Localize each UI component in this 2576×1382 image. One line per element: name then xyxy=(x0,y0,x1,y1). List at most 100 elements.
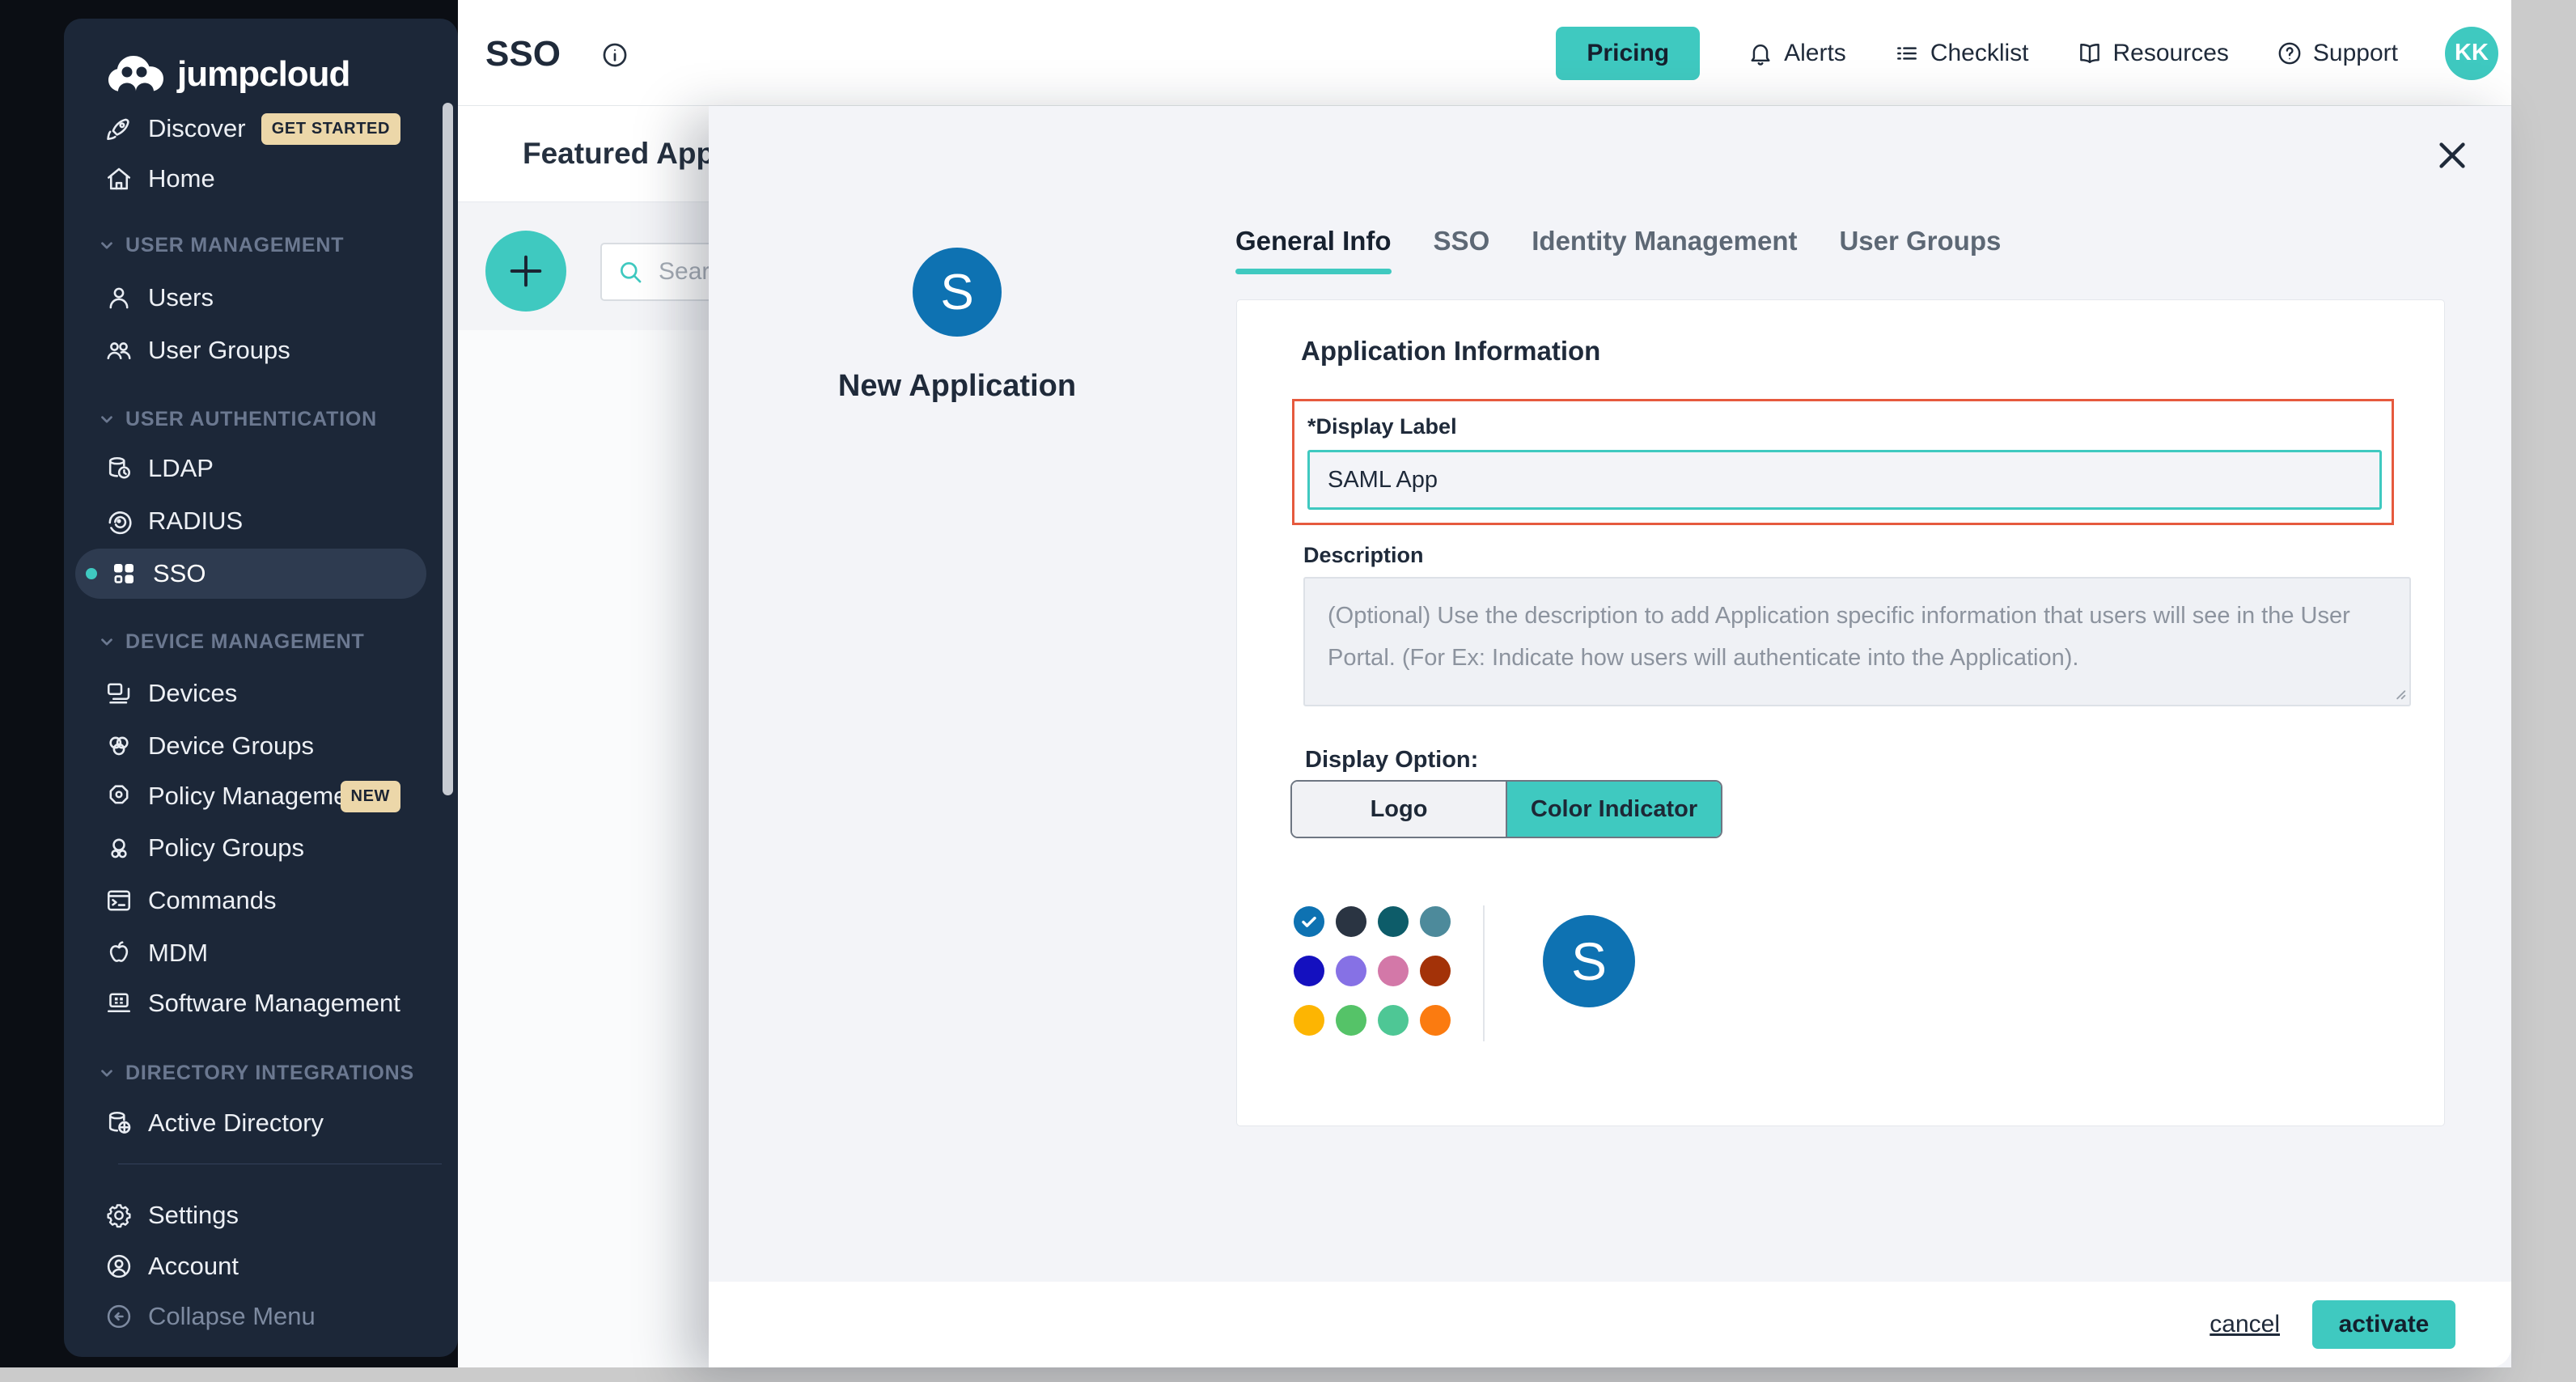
new-application-modal: S New Application General Info SSO Ident… xyxy=(709,106,2511,1367)
get-started-badge: GET STARTED xyxy=(261,113,400,145)
plus-icon xyxy=(505,250,547,292)
info-icon[interactable] xyxy=(600,40,629,70)
tab-identity-management[interactable]: Identity Management xyxy=(1532,226,1797,274)
close-icon[interactable] xyxy=(2434,137,2471,174)
book-icon xyxy=(2076,40,2104,67)
pricing-button[interactable]: Pricing xyxy=(1556,27,1700,80)
sidebar-item-label: Settings xyxy=(148,1201,239,1230)
sidebar-item-label: Home xyxy=(148,164,215,193)
software-laptop-icon xyxy=(104,989,133,1018)
tab-general-info[interactable]: General Info xyxy=(1235,226,1392,274)
sidebar-item-label: Account xyxy=(148,1252,239,1281)
color-swatch-grid xyxy=(1294,906,1451,1036)
sidebar-item-account[interactable]: Account xyxy=(64,1240,444,1292)
add-application-button[interactable] xyxy=(485,231,566,312)
sidebar-item-discover[interactable]: Discover GET STARTED xyxy=(64,103,444,155)
new-badge: NEW xyxy=(341,781,400,812)
card-heading: Application Information xyxy=(1301,336,1600,367)
rocket-icon xyxy=(104,114,133,143)
color-swatch[interactable] xyxy=(1294,956,1324,986)
activate-button[interactable]: activate xyxy=(2312,1300,2455,1349)
color-swatch[interactable] xyxy=(1420,956,1451,986)
sidebar-item-policy-groups[interactable]: Policy Groups xyxy=(64,822,444,874)
active-directory-icon xyxy=(104,1109,133,1138)
sidebar-section-user-authentication[interactable]: USER AUTHENTICATION xyxy=(64,401,444,437)
sidebar-item-label: Software Management xyxy=(148,989,400,1018)
sidebar-item-label: Device Groups xyxy=(148,731,314,761)
sidebar-item-users[interactable]: Users xyxy=(64,272,444,324)
sidebar-rail: jumpcloud Discover GET STARTED Hom xyxy=(0,0,458,1367)
sidebar-item-ldap[interactable]: LDAP xyxy=(64,443,444,494)
sidebar-item-home[interactable]: Home xyxy=(64,153,444,205)
sidebar-item-collapse-menu[interactable]: Collapse Menu xyxy=(64,1291,444,1342)
sidebar-item-label: User Groups xyxy=(148,336,290,365)
sidebar-item-label: Policy Management xyxy=(148,782,368,811)
application-information-card: Application Information *Display Label D… xyxy=(1236,299,2445,1126)
avatar[interactable]: KK xyxy=(2445,27,2498,80)
color-swatch[interactable] xyxy=(1378,906,1409,937)
color-swatch[interactable] xyxy=(1420,1005,1451,1036)
sidebar-item-settings[interactable]: Settings xyxy=(64,1189,444,1241)
sidebar-item-label: Active Directory xyxy=(148,1109,324,1138)
cancel-button[interactable]: cancel xyxy=(2210,1311,2280,1338)
sidebar-item-label: LDAP xyxy=(148,454,214,483)
user-icon xyxy=(104,283,133,312)
gear-icon xyxy=(104,1201,133,1230)
color-swatch-selected[interactable] xyxy=(1294,906,1324,937)
sidebar-section-user-management[interactable]: USER MANAGEMENT xyxy=(64,227,444,263)
display-option-label: Display Option: xyxy=(1305,747,1478,774)
home-icon xyxy=(104,164,133,193)
color-swatch[interactable] xyxy=(1336,906,1366,937)
sidebar: jumpcloud Discover GET STARTED Hom xyxy=(64,19,458,1357)
sidebar-section-directory-integrations[interactable]: DIRECTORY INTEGRATIONS xyxy=(64,1055,444,1091)
resources-link[interactable]: Resources xyxy=(2076,40,2229,67)
display-label-input[interactable] xyxy=(1307,450,2382,510)
top-right-nav: Pricing Alerts Checklist Resources Suppo… xyxy=(1556,0,2498,106)
sidebar-item-label: Discover xyxy=(148,114,246,143)
sidebar-item-radius[interactable]: RADIUS xyxy=(64,495,444,547)
color-swatch[interactable] xyxy=(1294,1005,1324,1036)
color-swatch[interactable] xyxy=(1378,1005,1409,1036)
sidebar-item-mdm[interactable]: MDM xyxy=(64,927,444,979)
sidebar-section-device-management[interactable]: DEVICE MANAGEMENT xyxy=(64,624,444,659)
support-link[interactable]: Support xyxy=(2276,40,2398,67)
color-swatch[interactable] xyxy=(1420,906,1451,937)
sidebar-item-sso-selected[interactable]: SSO xyxy=(75,549,426,599)
section-label: USER MANAGEMENT xyxy=(125,234,344,257)
logo-wordmark: jumpcloud xyxy=(177,54,350,95)
sidebar-item-policy-management[interactable]: Policy Management NEW xyxy=(64,770,444,822)
chevron-down-icon xyxy=(98,1064,116,1082)
sidebar-item-devices[interactable]: Devices xyxy=(64,668,444,719)
modal-tabs: General Info SSO Identity Management Use… xyxy=(1235,226,2001,274)
sidebar-item-software-management[interactable]: Software Management xyxy=(64,977,444,1029)
sidebar-item-label: Users xyxy=(148,283,214,312)
color-swatch[interactable] xyxy=(1378,956,1409,986)
policy-groups-icon xyxy=(104,833,133,863)
sidebar-item-active-directory[interactable]: Active Directory xyxy=(64,1097,444,1149)
checklist-link[interactable]: Checklist xyxy=(1893,40,2029,67)
help-icon xyxy=(2276,40,2303,67)
sidebar-item-label: Commands xyxy=(148,886,277,915)
tab-sso[interactable]: SSO xyxy=(1434,226,1490,274)
alerts-link[interactable]: Alerts xyxy=(1747,40,1846,67)
color-swatch[interactable] xyxy=(1336,956,1366,986)
section-label: DIRECTORY INTEGRATIONS xyxy=(125,1062,414,1085)
cloud-logo-icon xyxy=(106,54,166,95)
description-textarea[interactable] xyxy=(1303,577,2411,706)
jumpcloud-logo[interactable]: jumpcloud xyxy=(106,54,350,95)
device-groups-icon xyxy=(104,731,133,761)
color-swatch[interactable] xyxy=(1336,1005,1366,1036)
support-label: Support xyxy=(2313,40,2398,67)
tab-user-groups[interactable]: User Groups xyxy=(1839,226,2001,274)
color-indicator-segment[interactable]: Color Indicator xyxy=(1506,782,1721,837)
logo-segment[interactable]: Logo xyxy=(1292,782,1506,837)
sidebar-item-commands[interactable]: Commands xyxy=(64,875,444,926)
sidebar-item-user-groups[interactable]: User Groups xyxy=(64,324,444,376)
apple-icon xyxy=(104,939,133,968)
application-name: New Application xyxy=(779,369,1135,404)
checklist-label: Checklist xyxy=(1930,40,2029,67)
screen: jumpcloud Discover GET STARTED Hom xyxy=(0,0,2576,1382)
resources-label: Resources xyxy=(2113,40,2229,67)
sidebar-item-device-groups[interactable]: Device Groups xyxy=(64,720,444,772)
sidebar-item-label: SSO xyxy=(153,559,205,588)
